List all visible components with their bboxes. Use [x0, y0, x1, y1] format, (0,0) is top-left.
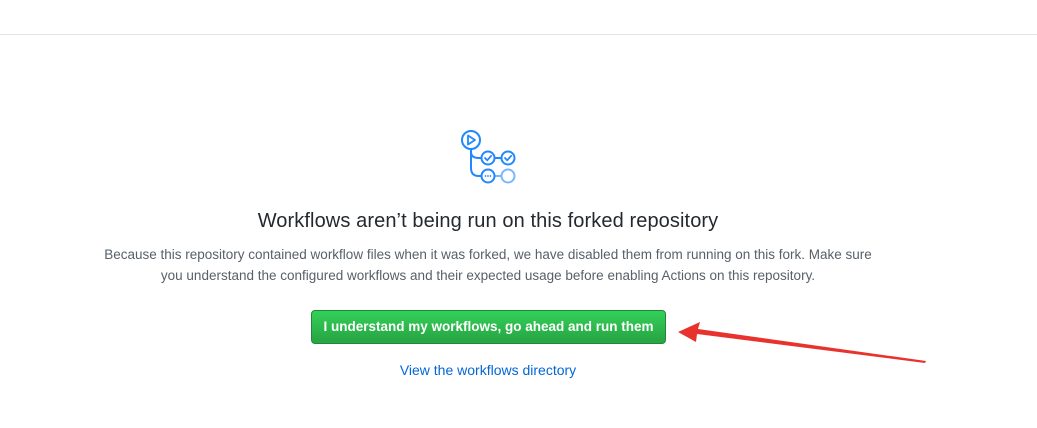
description-line-2: you understand the configured workflows … — [160, 268, 816, 283]
empty-state-description: Because this repository contained workfl… — [80, 244, 896, 286]
red-arrow-annotation — [678, 322, 926, 363]
header-divider — [0, 34, 1037, 35]
actions-workflow-icon — [461, 130, 516, 184]
empty-state-title: Workflows aren’t being run on this forke… — [257, 210, 719, 232]
actions-page: Workflows aren’t being run on this forke… — [0, 0, 1037, 428]
enable-workflows-button[interactable]: I understand my workflows, go ahead and … — [311, 310, 666, 344]
description-line-1: Because this repository contained workfl… — [104, 247, 872, 262]
